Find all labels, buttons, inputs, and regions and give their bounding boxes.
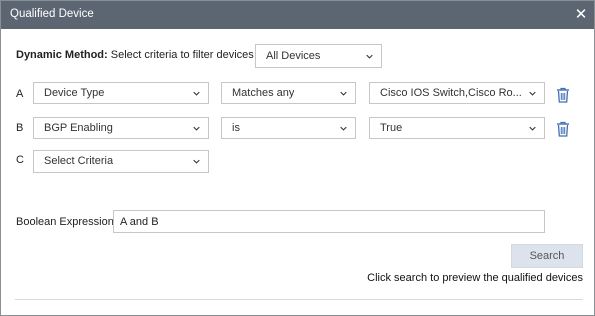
search-hint: Click search to preview the qualified de… xyxy=(367,272,583,284)
operator-select-b[interactable]: is xyxy=(221,117,356,139)
chevron-down-icon xyxy=(366,54,373,59)
close-icon[interactable]: ✕ xyxy=(572,5,590,23)
dialog-titlebar: Qualified Device ✕ xyxy=(1,1,594,29)
dynamic-method-label: Dynamic Method: Select criteria to filte… xyxy=(16,49,265,61)
value-select-a[interactable]: Cisco IOS Switch,Cisco Ro... xyxy=(369,82,545,104)
operator-value-a: Matches any xyxy=(232,87,295,99)
criteria-select-b[interactable]: BGP Enabling xyxy=(33,117,209,139)
row-label-a: A xyxy=(16,88,24,100)
boolean-expression-label: Boolean Expression: xyxy=(16,216,117,228)
chevron-down-icon xyxy=(340,91,347,96)
operator-value-b: is xyxy=(232,122,240,134)
dialog-title: Qualified Device xyxy=(10,8,94,20)
chevron-down-icon xyxy=(193,159,200,164)
footer-divider xyxy=(15,299,583,300)
criteria-value-b: BGP Enabling xyxy=(44,122,113,134)
boolean-expression-value: A and B xyxy=(120,216,159,228)
trash-icon[interactable] xyxy=(556,121,570,137)
criteria-value-c: Select Criteria xyxy=(44,155,114,167)
criteria-select-c[interactable]: Select Criteria xyxy=(33,150,209,173)
row-label-c: C xyxy=(16,154,24,166)
chevron-down-icon xyxy=(340,126,347,131)
device-scope-value: All Devices xyxy=(266,50,321,62)
value-select-b[interactable]: True xyxy=(369,117,545,139)
chevron-down-icon xyxy=(529,126,536,131)
criteria-value-a: Device Type xyxy=(44,87,105,99)
chevron-down-icon xyxy=(529,91,536,96)
chevron-down-icon xyxy=(193,91,200,96)
trash-icon[interactable] xyxy=(556,87,570,103)
chevron-down-icon xyxy=(193,126,200,131)
row-label-b: B xyxy=(16,122,24,134)
dynamic-method-text: Select criteria to filter devices in xyxy=(110,49,266,61)
boolean-expression-input[interactable]: A and B xyxy=(113,210,545,233)
criteria-select-a[interactable]: Device Type xyxy=(33,82,209,104)
device-scope-select[interactable]: All Devices xyxy=(255,44,382,68)
value-value-a: Cisco IOS Switch,Cisco Ro... xyxy=(380,87,522,99)
qualified-device-dialog: Qualified Device ✕ Dynamic Method: Selec… xyxy=(0,0,595,316)
search-button[interactable]: Search xyxy=(511,244,583,268)
operator-select-a[interactable]: Matches any xyxy=(221,82,356,104)
value-value-b: True xyxy=(380,122,403,134)
dynamic-method-title: Dynamic Method: xyxy=(16,49,108,61)
